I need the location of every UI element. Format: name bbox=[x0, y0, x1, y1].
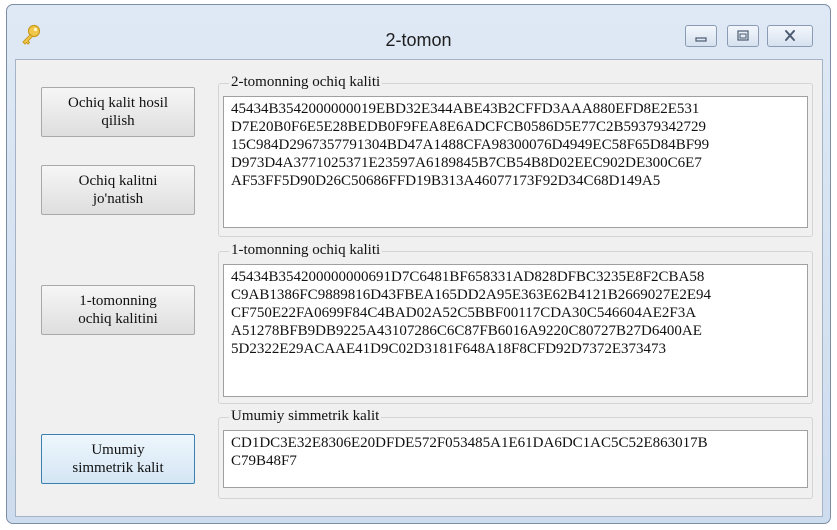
receive-button-label: 1-tomonning ochiq kalitini bbox=[78, 293, 158, 327]
shared-key-label: Umumiy simmetrik kalit bbox=[229, 407, 382, 425]
shared-button-label: Umumiy simmetrik kalit bbox=[72, 442, 164, 476]
generate-button-label: Ochiq kalit hosil qilish bbox=[68, 95, 168, 129]
side1-public-key-label: 1-tomonning ochiq kaliti bbox=[229, 241, 383, 259]
minimize-icon bbox=[695, 37, 707, 42]
send-button-label: Ochiq kalitni jo'natish bbox=[78, 173, 158, 207]
shared-key-button[interactable]: Umumiy simmetrik kalit bbox=[41, 434, 195, 484]
side2-public-key-label: 2-tomonning ochiq kaliti bbox=[229, 73, 383, 91]
close-icon bbox=[785, 30, 795, 41]
client-area: Ochiq kalit hosil qilish Ochiq kalitni j… bbox=[15, 59, 823, 517]
side2-public-key-field[interactable]: 45434B3542000000019EBD32E344ABE43B2CFFD3… bbox=[223, 96, 808, 228]
maximize-icon bbox=[737, 30, 749, 41]
receive-public-key-button[interactable]: 1-tomonning ochiq kalitini bbox=[41, 285, 195, 335]
app-window: 2-tomon Ochiq kalit hosil qilish Ochiq k… bbox=[6, 4, 831, 524]
close-button[interactable] bbox=[767, 25, 813, 47]
side1-public-key-field[interactable]: 45434B354200000000691D7C6481BF658331AD82… bbox=[223, 264, 808, 397]
shared-key-field[interactable]: CD1DC3E32E8306E20DFDE572F053485A1E61DA6D… bbox=[223, 430, 808, 488]
minimize-button[interactable] bbox=[685, 25, 717, 47]
send-public-key-button[interactable]: Ochiq kalitni jo'natish bbox=[41, 165, 195, 215]
title-bar: 2-tomon bbox=[7, 5, 830, 55]
maximize-button[interactable] bbox=[727, 25, 759, 47]
generate-public-key-button[interactable]: Ochiq kalit hosil qilish bbox=[41, 87, 195, 137]
